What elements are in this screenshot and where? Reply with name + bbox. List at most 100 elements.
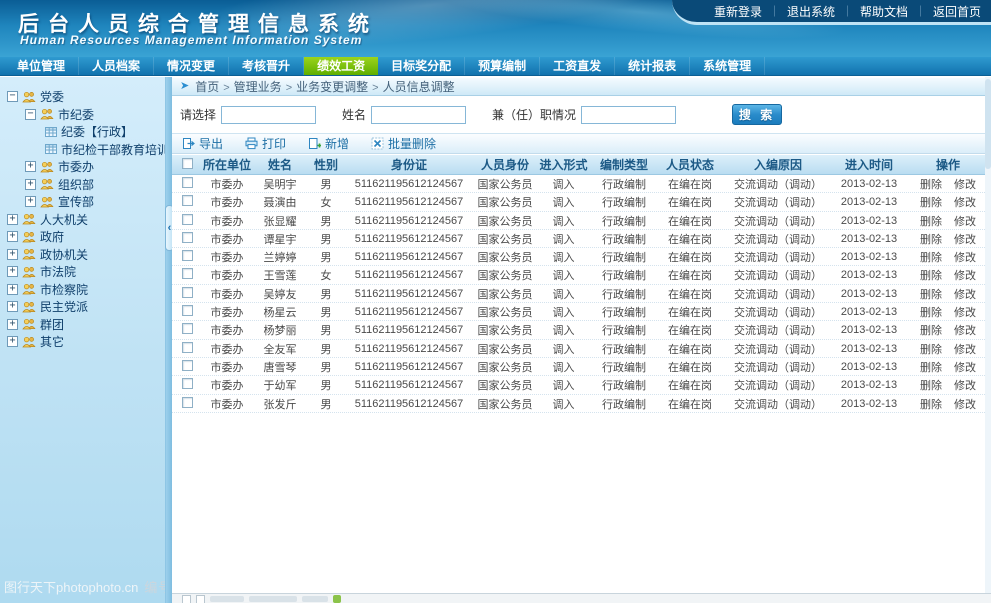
menu-item-预算编制[interactable]: 预算编制 [465,57,540,75]
name-filter-input[interactable] [371,106,466,124]
row-checkbox[interactable] [182,378,193,389]
edit-link[interactable]: 修改 [954,176,976,192]
duty-filter-input[interactable] [581,106,676,124]
expand-icon[interactable]: + [7,214,18,225]
delete-link[interactable]: 删除 [920,341,942,357]
toolbar-button-批量删除[interactable]: 批量删除 [371,135,436,152]
row-checkbox[interactable] [182,287,193,298]
menu-item-系统管理[interactable]: 系统管理 [690,57,765,75]
delete-link[interactable]: 删除 [920,176,942,192]
menu-item-工资直发[interactable]: 工资直发 [540,57,615,75]
edit-link[interactable]: 修改 [954,377,976,393]
tree-node-市纪检干部教育培训中心[interactable]: 市纪检干部教育培训中心 [0,141,165,159]
edit-link[interactable]: 修改 [954,322,976,338]
expand-icon[interactable]: + [7,231,18,242]
breadcrumb-item-3[interactable]: 业务变更调整 [296,80,368,94]
expand-icon[interactable]: + [7,301,18,312]
expand-icon[interactable]: + [7,336,18,347]
edit-link[interactable]: 修改 [954,304,976,320]
vertical-scrollbar[interactable] [985,77,991,593]
edit-link[interactable]: 修改 [954,396,976,412]
edit-link[interactable]: 修改 [954,286,976,302]
select-filter-input[interactable] [221,106,316,124]
tree-node-纪委【行政】[interactable]: 纪委【行政】 [0,123,165,141]
expand-icon[interactable]: + [25,196,36,207]
delete-link[interactable]: 删除 [920,286,942,302]
scrollbar-thumb[interactable] [985,79,991,169]
header-link-3[interactable]: 帮助文档 [860,3,908,20]
tree-node-民主党派[interactable]: +民主党派 [0,298,165,316]
sidebar-splitter[interactable]: ‹ [165,77,172,603]
edit-link[interactable]: 修改 [954,341,976,357]
header-link-1[interactable]: 重新登录 [714,3,762,20]
toolbar-button-打印[interactable]: 打印 [245,135,286,152]
tree-node-党委[interactable]: −党委 [0,88,165,106]
edit-link[interactable]: 修改 [954,194,976,210]
tree-node-市法院[interactable]: +市法院 [0,263,165,281]
row-checkbox[interactable] [182,177,193,188]
expand-icon[interactable]: + [7,249,18,260]
expand-icon[interactable]: + [7,319,18,330]
tree-node-市检察院[interactable]: +市检察院 [0,281,165,299]
tree-node-人大机关[interactable]: +人大机关 [0,211,165,229]
delete-link[interactable]: 删除 [920,377,942,393]
delete-link[interactable]: 删除 [920,194,942,210]
menu-item-人员档案[interactable]: 人员档案 [79,57,154,75]
row-checkbox[interactable] [182,232,193,243]
delete-link[interactable]: 删除 [920,267,942,283]
row-checkbox[interactable] [182,397,193,408]
breadcrumb-item-2[interactable]: 管理业务 [234,80,282,94]
menu-item-绩效工资[interactable]: 绩效工资 [304,57,378,75]
search-button[interactable]: 搜 索 [732,104,782,125]
tree-node-宣传部[interactable]: +宣传部 [0,193,165,211]
edit-link[interactable]: 修改 [954,213,976,229]
row-checkbox[interactable] [182,214,193,225]
select-all-checkbox[interactable] [182,158,193,169]
pager-control[interactable] [182,595,191,603]
collapse-icon[interactable]: − [7,91,18,102]
delete-link[interactable]: 删除 [920,359,942,375]
row-checkbox[interactable] [182,268,193,279]
row-checkbox[interactable] [182,250,193,261]
tree-node-群团[interactable]: +群团 [0,316,165,334]
delete-link[interactable]: 删除 [920,322,942,338]
tree-node-市委办[interactable]: +市委办 [0,158,165,176]
row-checkbox[interactable] [182,360,193,371]
expand-icon[interactable]: + [7,284,18,295]
menu-item-目标奖分配[interactable]: 目标奖分配 [378,57,465,75]
breadcrumb-item-4[interactable]: 人员信息调整 [383,80,455,94]
delete-link[interactable]: 删除 [920,396,942,412]
row-checkbox[interactable] [182,323,193,334]
header-link-4[interactable]: 返回首页 [933,3,981,20]
edit-link[interactable]: 修改 [954,231,976,247]
tree-node-组织部[interactable]: +组织部 [0,176,165,194]
edit-link[interactable]: 修改 [954,267,976,283]
toolbar-button-导出[interactable]: 导出 [182,135,223,152]
toolbar-button-新增[interactable]: 新增 [308,135,349,152]
menu-item-单位管理[interactable]: 单位管理 [4,57,79,75]
pager-control[interactable] [196,595,205,603]
menu-item-情况变更[interactable]: 情况变更 [154,57,229,75]
menu-item-考核晋升[interactable]: 考核晋升 [229,57,304,75]
row-checkbox[interactable] [182,305,193,316]
expand-icon[interactable]: + [25,179,36,190]
refresh-icon[interactable] [333,595,341,603]
row-checkbox[interactable] [182,342,193,353]
tree-node-市纪委[interactable]: −市纪委 [0,106,165,124]
menu-item-统计报表[interactable]: 统计报表 [615,57,690,75]
expand-icon[interactable]: + [7,266,18,277]
expand-icon[interactable]: + [25,161,36,172]
tree-node-政协机关[interactable]: +政协机关 [0,246,165,264]
delete-link[interactable]: 删除 [920,231,942,247]
delete-link[interactable]: 删除 [920,249,942,265]
edit-link[interactable]: 修改 [954,359,976,375]
edit-link[interactable]: 修改 [954,249,976,265]
breadcrumb-item-1[interactable]: 首页 [195,80,219,94]
tree-node-政府[interactable]: +政府 [0,228,165,246]
tree-node-其它[interactable]: +其它 [0,333,165,351]
header-link-2[interactable]: 退出系统 [787,3,835,20]
row-checkbox[interactable] [182,195,193,206]
delete-link[interactable]: 删除 [920,213,942,229]
delete-link[interactable]: 删除 [920,304,942,320]
collapse-icon[interactable]: − [25,109,36,120]
